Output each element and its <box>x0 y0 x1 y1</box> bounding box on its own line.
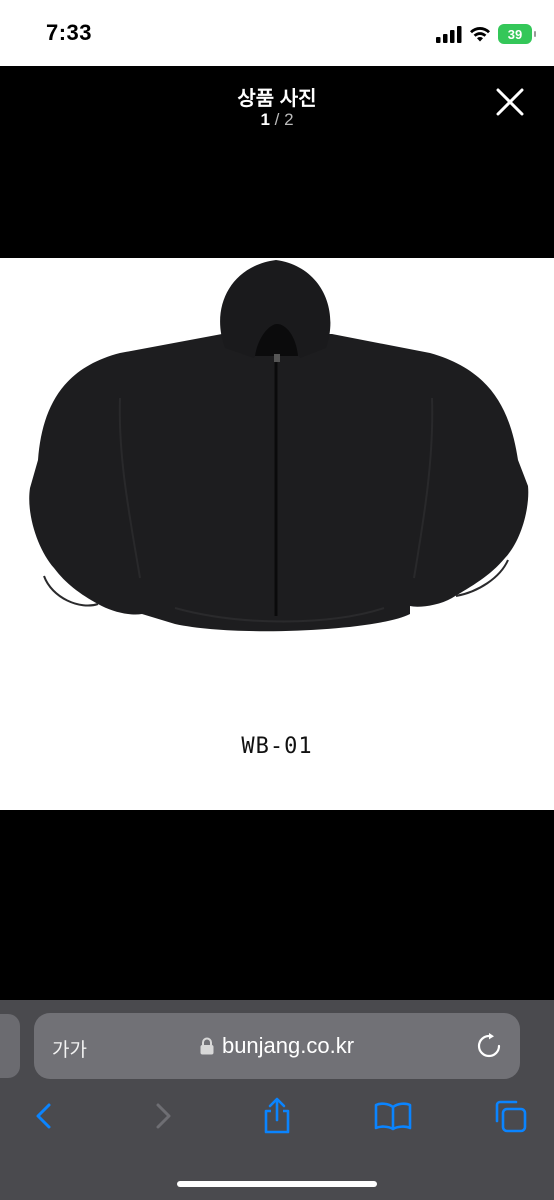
product-photo[interactable]: WB-01 <box>0 258 554 810</box>
close-icon <box>496 88 524 116</box>
battery-indicator: 39 <box>498 24 536 44</box>
reload-button[interactable] <box>476 1033 502 1059</box>
url-text: bunjang.co.kr <box>221 1033 355 1058</box>
previous-tab-peek[interactable] <box>0 1014 20 1078</box>
status-bar: 7:33 39 <box>0 0 554 66</box>
reload-icon <box>477 1033 501 1058</box>
address-bar[interactable]: 가가 bunjang.co.kr <box>34 1013 520 1079</box>
browser-chrome: 가가 bunjang.co.kr <box>0 1000 554 1200</box>
forward-button[interactable] <box>143 1096 183 1136</box>
bookmarks-button[interactable] <box>373 1096 413 1136</box>
status-time: 7:33 <box>46 20 93 45</box>
share-button[interactable] <box>257 1096 297 1136</box>
chevron-right-icon <box>156 1103 171 1129</box>
url-container: bunjang.co.kr <box>34 1013 520 1079</box>
browser-toolbar <box>0 1096 554 1140</box>
photo-viewer-footer <box>0 810 554 1000</box>
viewer-title: 상품 사진 <box>237 88 317 110</box>
home-indicator <box>177 1181 377 1187</box>
battery-level: 39 <box>507 26 523 42</box>
counter-total: 2 <box>284 110 294 129</box>
signal-icon <box>436 26 462 43</box>
share-icon <box>264 1097 290 1134</box>
counter-separator: / <box>269 110 285 129</box>
product-code-label: WB-01 <box>241 734 313 759</box>
photo-viewer-header: 상품 사진 1 / 2 <box>0 66 554 258</box>
chevron-left-icon <box>36 1103 51 1129</box>
close-button[interactable] <box>494 86 526 118</box>
back-button[interactable] <box>24 1096 64 1136</box>
jacket-image <box>29 260 529 632</box>
book-icon <box>374 1102 412 1131</box>
counter-current: 1 <box>260 110 270 129</box>
status-icons: 39 <box>436 22 536 46</box>
photo-counter: 1 / 2 <box>0 110 554 130</box>
lock-icon <box>200 1037 214 1055</box>
tabs-icon <box>495 1100 527 1133</box>
tabs-button[interactable] <box>490 1096 530 1136</box>
wifi-icon <box>470 26 490 42</box>
